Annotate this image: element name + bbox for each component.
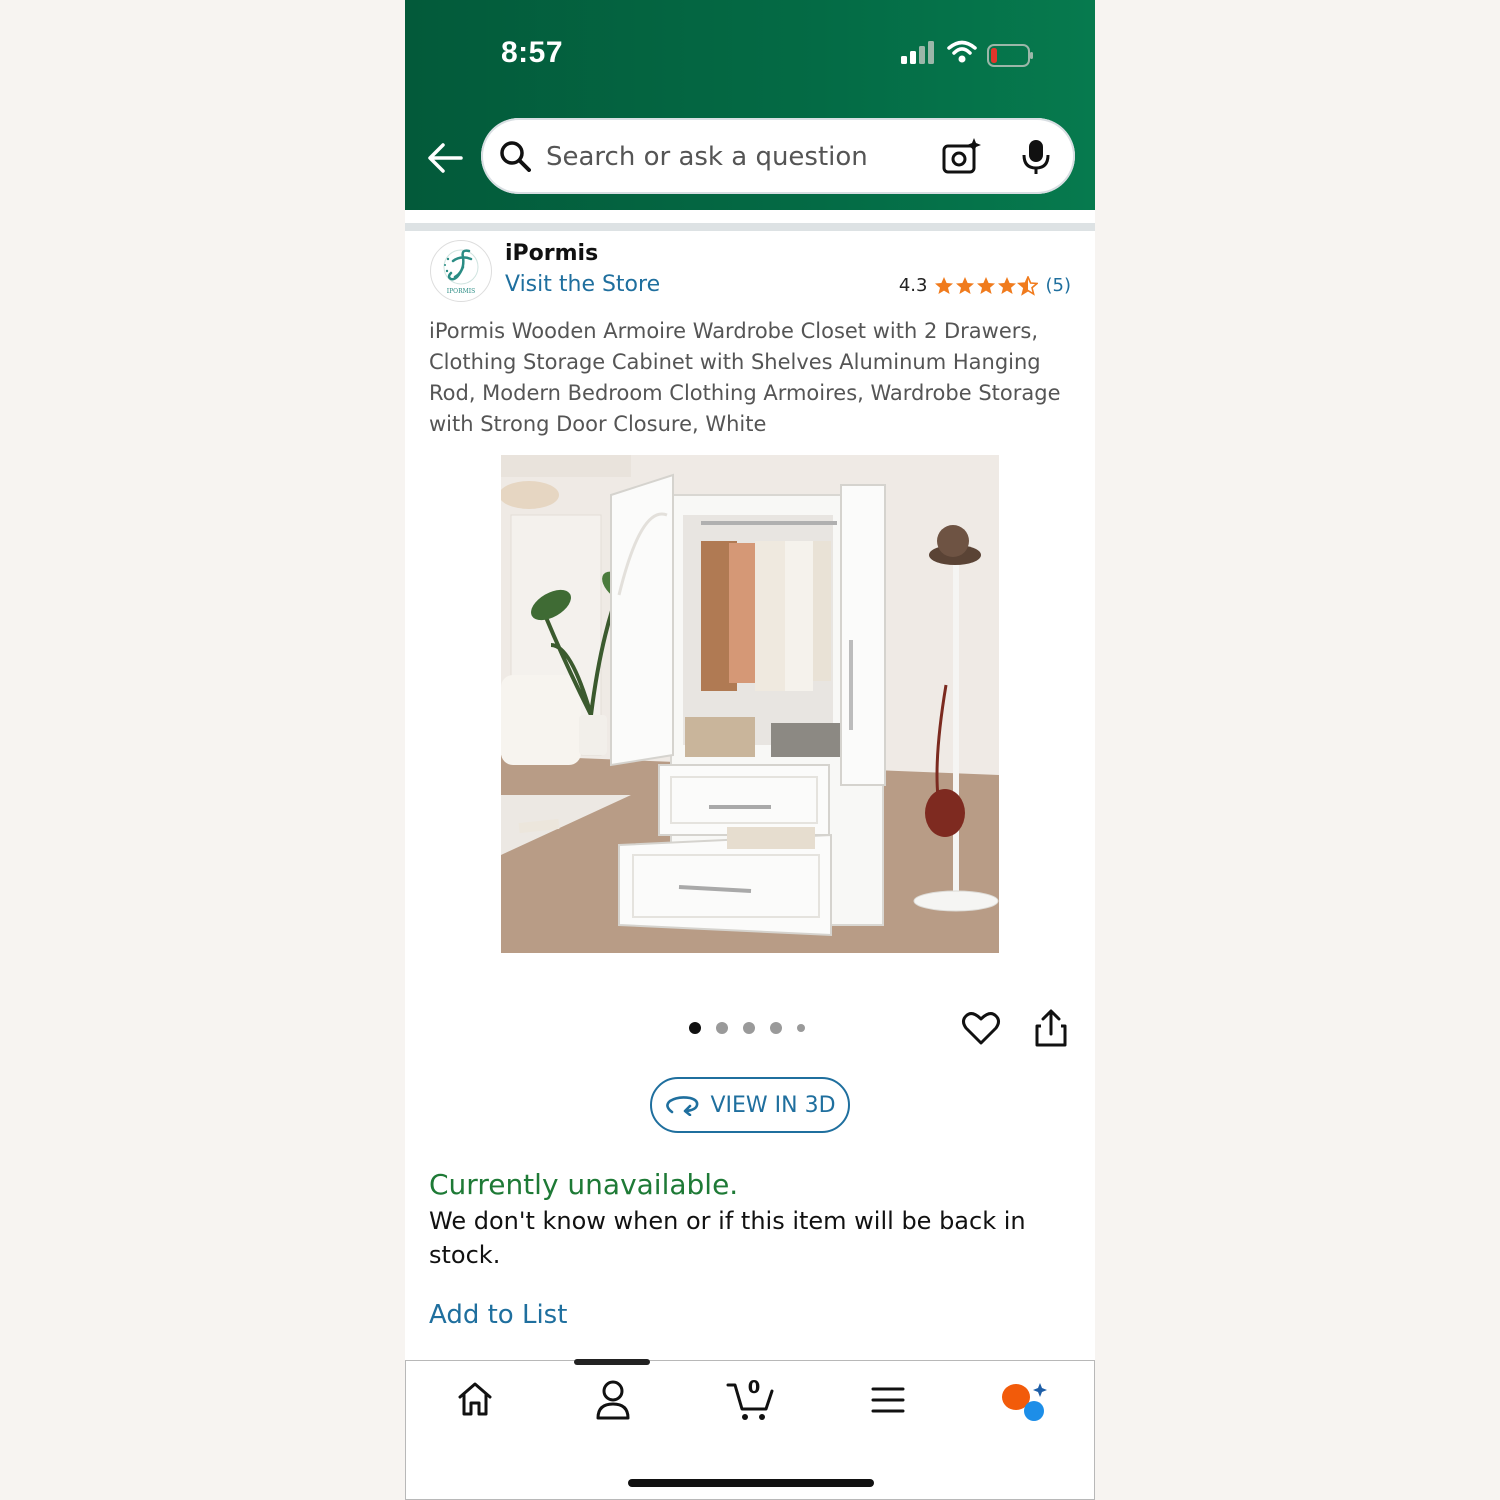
carousel-dot[interactable]: [743, 1022, 755, 1034]
carousel-dot[interactable]: [689, 1022, 701, 1034]
microphone-icon[interactable]: [1021, 138, 1051, 176]
svg-text:IPORMIS: IPORMIS: [447, 288, 475, 295]
product-image[interactable]: [501, 455, 999, 953]
image-carousel-dots[interactable]: [689, 1022, 805, 1034]
wifi-icon: [947, 40, 977, 63]
home-indicator: [628, 1479, 874, 1487]
availability-description: We don't know when or if this item will …: [429, 1207, 1026, 1269]
back-arrow-icon[interactable]: [425, 140, 465, 176]
battery-icon: [987, 44, 1033, 67]
rating-value: 4.3: [898, 275, 928, 296]
cart-button[interactable]: 0: [726, 1377, 776, 1423]
view-in-3d-button[interactable]: VIEW IN 3D: [650, 1077, 850, 1133]
app-screen: 8:57 Search or ask a question IPORMIS iP…: [405, 0, 1095, 1500]
rating-summary[interactable]: 4.3 (5): [899, 275, 1071, 296]
account-icon[interactable]: [594, 1379, 632, 1421]
view-in-3d-label: VIEW IN 3D: [710, 1092, 836, 1118]
signal-icon: [901, 41, 934, 64]
section-divider: [405, 223, 1095, 231]
star-rating-icon: [934, 275, 1038, 295]
share-icon[interactable]: [1033, 1008, 1069, 1048]
carousel-dot[interactable]: [716, 1022, 728, 1034]
carousel-dot[interactable]: [770, 1022, 782, 1034]
search-icon: [500, 141, 531, 172]
rufus-assistant-icon[interactable]: [1000, 1379, 1050, 1423]
home-icon[interactable]: [456, 1379, 494, 1419]
product-title: iPormis Wooden Armoire Wardrobe Closet w…: [429, 319, 1061, 436]
rotate-3d-icon: [666, 1096, 699, 1116]
heart-icon[interactable]: [961, 1008, 1001, 1048]
availability-status: Currently unavailable.: [429, 1168, 739, 1201]
search-input[interactable]: Search or ask a question: [546, 142, 868, 172]
store-logo-image: IPORMIS: [443, 249, 479, 295]
cart-count-badge: 0: [747, 1377, 761, 1398]
visit-store-link[interactable]: Visit the Store: [505, 272, 660, 297]
bottom-navigation: 0: [405, 1359, 1095, 1500]
carousel-dot[interactable]: [797, 1024, 805, 1032]
search-bar[interactable]: Search or ask a question: [481, 118, 1075, 194]
active-tab-indicator: [574, 1359, 650, 1365]
rating-count: (5): [1045, 275, 1072, 296]
store-name: iPormis: [505, 241, 599, 266]
header: 8:57 Search or ask a question: [405, 0, 1095, 210]
menu-icon[interactable]: [870, 1385, 906, 1415]
camera-search-icon[interactable]: [941, 138, 981, 176]
store-logo[interactable]: IPORMIS: [430, 240, 492, 302]
add-to-list-link[interactable]: Add to List: [429, 1300, 567, 1330]
status-time: 8:57: [501, 36, 564, 69]
